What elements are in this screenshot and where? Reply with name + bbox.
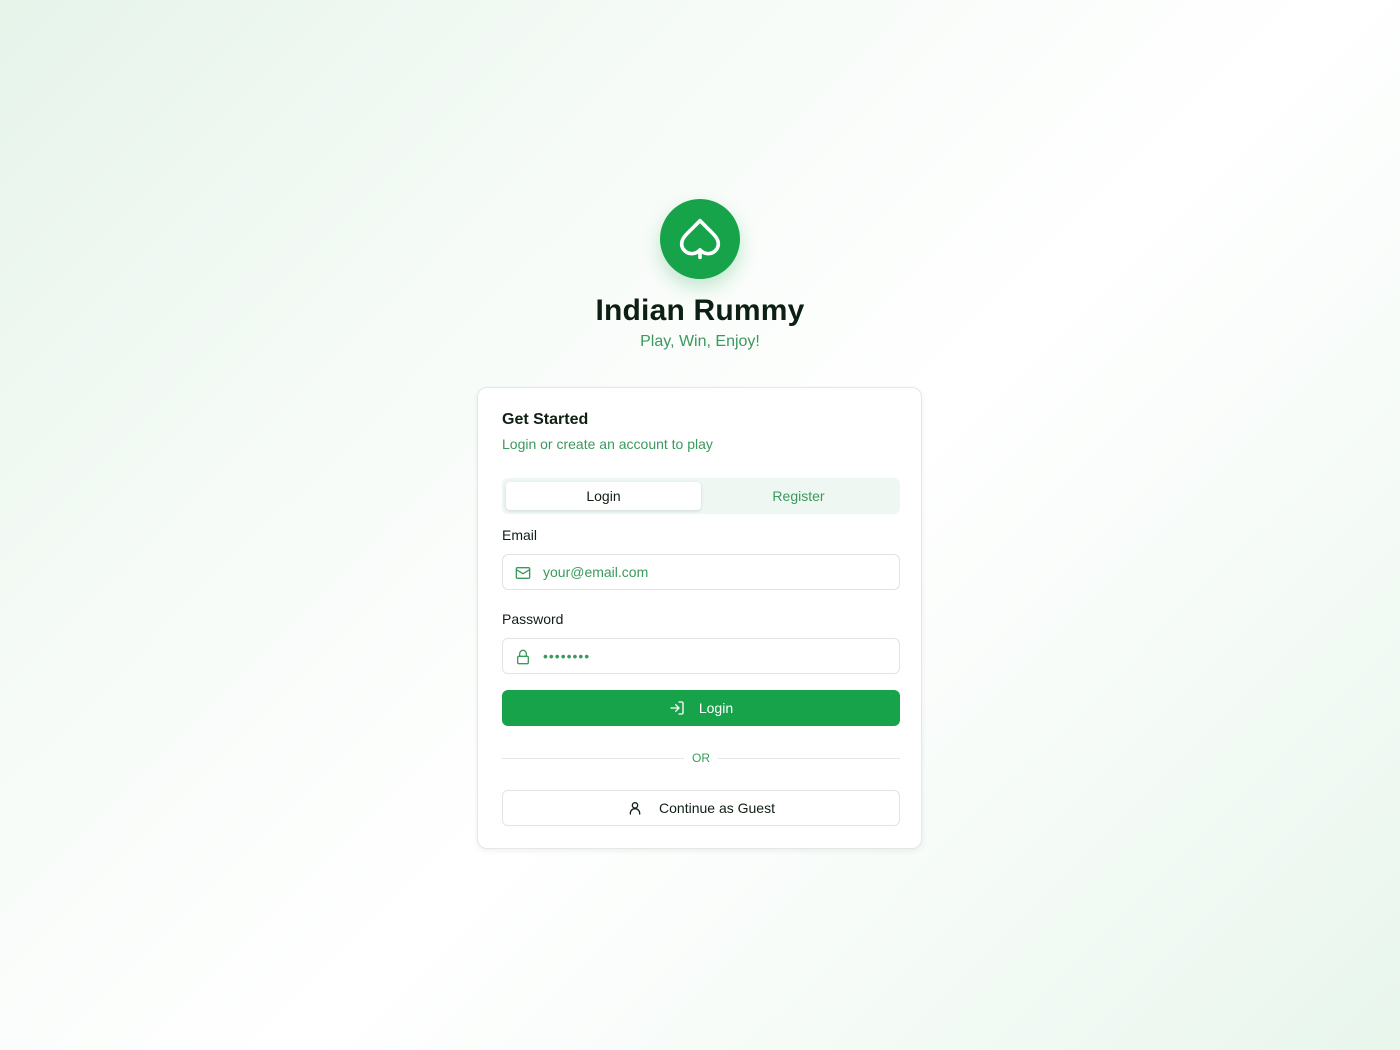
tab-register[interactable]: Register: [701, 482, 896, 510]
spade-icon: [679, 218, 721, 260]
log-in-icon: [670, 701, 684, 715]
tab-login[interactable]: Login: [506, 482, 701, 510]
mail-icon: [515, 567, 531, 579]
login-button[interactable]: Login: [502, 690, 900, 726]
card-description: Login or create an account to play: [502, 436, 713, 452]
login-button-label: Login: [698, 700, 734, 716]
auth-card: Get Started Login or create an account t…: [477, 387, 922, 849]
email-label: Email: [502, 527, 538, 543]
app-logo: [660, 199, 740, 279]
user-icon: [629, 802, 641, 815]
app-title: Indian Rummy: [595, 294, 805, 327]
password-value: ••••••••: [543, 648, 591, 664]
password-field[interactable]: ••••••••: [502, 638, 900, 674]
auth-tabs: Login Register: [502, 478, 900, 514]
email-placeholder: your@email.com: [543, 564, 649, 580]
password-label: Password: [502, 611, 564, 627]
or-divider: OR: [502, 750, 900, 766]
guest-button[interactable]: Continue as Guest: [502, 790, 900, 826]
app-subtitle: Play, Win, Enjoy!: [640, 333, 760, 350]
lock-icon: [517, 649, 529, 665]
card-title: Get Started: [502, 411, 589, 428]
divider-text: OR: [684, 751, 718, 765]
guest-button-label: Continue as Guest: [659, 800, 775, 816]
email-field[interactable]: your@email.com: [502, 554, 900, 590]
